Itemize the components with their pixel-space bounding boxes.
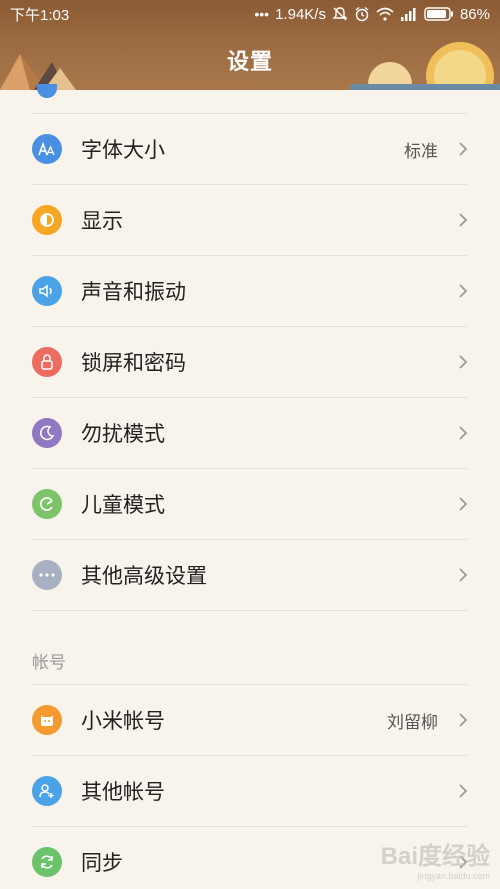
battery-percent: 86% bbox=[459, 5, 490, 23]
status-icons: ••• 1.94K/s 86% bbox=[254, 6, 490, 23]
page-title: 设置 bbox=[226, 50, 273, 75]
watermark: Bai度经验 jingyan.baidu.com bbox=[381, 836, 490, 881]
settings-item-label: 字体大小 bbox=[81, 138, 165, 162]
settings-item-label: 勿扰模式 bbox=[81, 422, 165, 446]
moon-icon bbox=[32, 418, 62, 448]
settings-item-value: 刘留柳 bbox=[387, 712, 438, 733]
font-size-icon bbox=[32, 134, 62, 164]
settings-item-label: 显示 bbox=[81, 209, 123, 233]
partial-icon bbox=[37, 84, 57, 98]
chevron-right-icon bbox=[459, 355, 468, 369]
settings-item-mi-account[interactable]: 小米帐号 刘留柳 bbox=[32, 684, 468, 755]
settings-item-label: 声音和振动 bbox=[81, 280, 186, 304]
chevron-right-icon bbox=[459, 713, 468, 727]
settings-item-other-accounts[interactable]: 其他帐号 bbox=[32, 755, 468, 826]
header: 下午1:03 ••• 1.94K/s 86% 设置 bbox=[0, 0, 500, 90]
battery-icon bbox=[424, 7, 453, 21]
scrolled-item-stub bbox=[0, 84, 500, 113]
settings-item-kid-mode[interactable]: 儿童模式 bbox=[32, 468, 468, 539]
status-time: 下午1:03 bbox=[10, 6, 70, 24]
display-icon bbox=[32, 205, 62, 235]
more-dots-status-icon: ••• bbox=[254, 6, 270, 22]
sync-icon bbox=[32, 847, 62, 877]
settings-item-value: 标准 bbox=[404, 141, 438, 162]
mute-icon bbox=[332, 7, 348, 21]
section-title-account: 帐号 bbox=[32, 653, 66, 673]
add-user-icon bbox=[32, 776, 62, 806]
chevron-right-icon bbox=[459, 568, 468, 582]
settings-list: 字体大小 标准 显示 声音和振动 锁屏和密码 勿扰模式 儿童模式 其他高级设置 … bbox=[0, 84, 500, 889]
chevron-right-icon bbox=[459, 497, 468, 511]
settings-item-dnd[interactable]: 勿扰模式 bbox=[32, 397, 468, 468]
chevron-right-icon bbox=[459, 213, 468, 227]
settings-item-label: 儿童模式 bbox=[81, 493, 165, 517]
network-speed: 1.94K/s bbox=[275, 5, 326, 23]
settings-item-label: 其他高级设置 bbox=[81, 564, 207, 588]
kid-mode-icon bbox=[32, 489, 62, 519]
settings-item-display[interactable]: 显示 bbox=[32, 184, 468, 255]
settings-item-advanced[interactable]: 其他高级设置 bbox=[32, 539, 468, 610]
settings-item-label: 其他帐号 bbox=[81, 780, 165, 804]
watermark-text: Bai度经验 bbox=[380, 843, 490, 870]
settings-item-label: 锁屏和密码 bbox=[81, 351, 186, 375]
settings-item-font-size[interactable]: 字体大小 标准 bbox=[32, 113, 468, 184]
section-divider bbox=[32, 610, 468, 644]
settings-item-lockscreen[interactable]: 锁屏和密码 bbox=[32, 326, 468, 397]
mi-account-icon bbox=[32, 705, 62, 735]
signal-icon bbox=[400, 8, 416, 21]
alarm-icon bbox=[355, 6, 369, 22]
chevron-right-icon bbox=[459, 426, 468, 440]
status-bar: 下午1:03 ••• 1.94K/s 86% bbox=[0, 0, 500, 28]
settings-item-sound[interactable]: 声音和振动 bbox=[32, 255, 468, 326]
lock-icon bbox=[32, 347, 62, 377]
more-dots-icon bbox=[32, 560, 62, 590]
chevron-right-icon bbox=[459, 784, 468, 798]
watermark-sub: jingyan.baidu.com bbox=[417, 871, 490, 881]
wifi-icon bbox=[376, 7, 394, 21]
chevron-right-icon bbox=[459, 142, 468, 156]
settings-item-label: 小米帐号 bbox=[81, 709, 165, 733]
chevron-right-icon bbox=[459, 284, 468, 298]
speaker-icon bbox=[32, 276, 62, 306]
